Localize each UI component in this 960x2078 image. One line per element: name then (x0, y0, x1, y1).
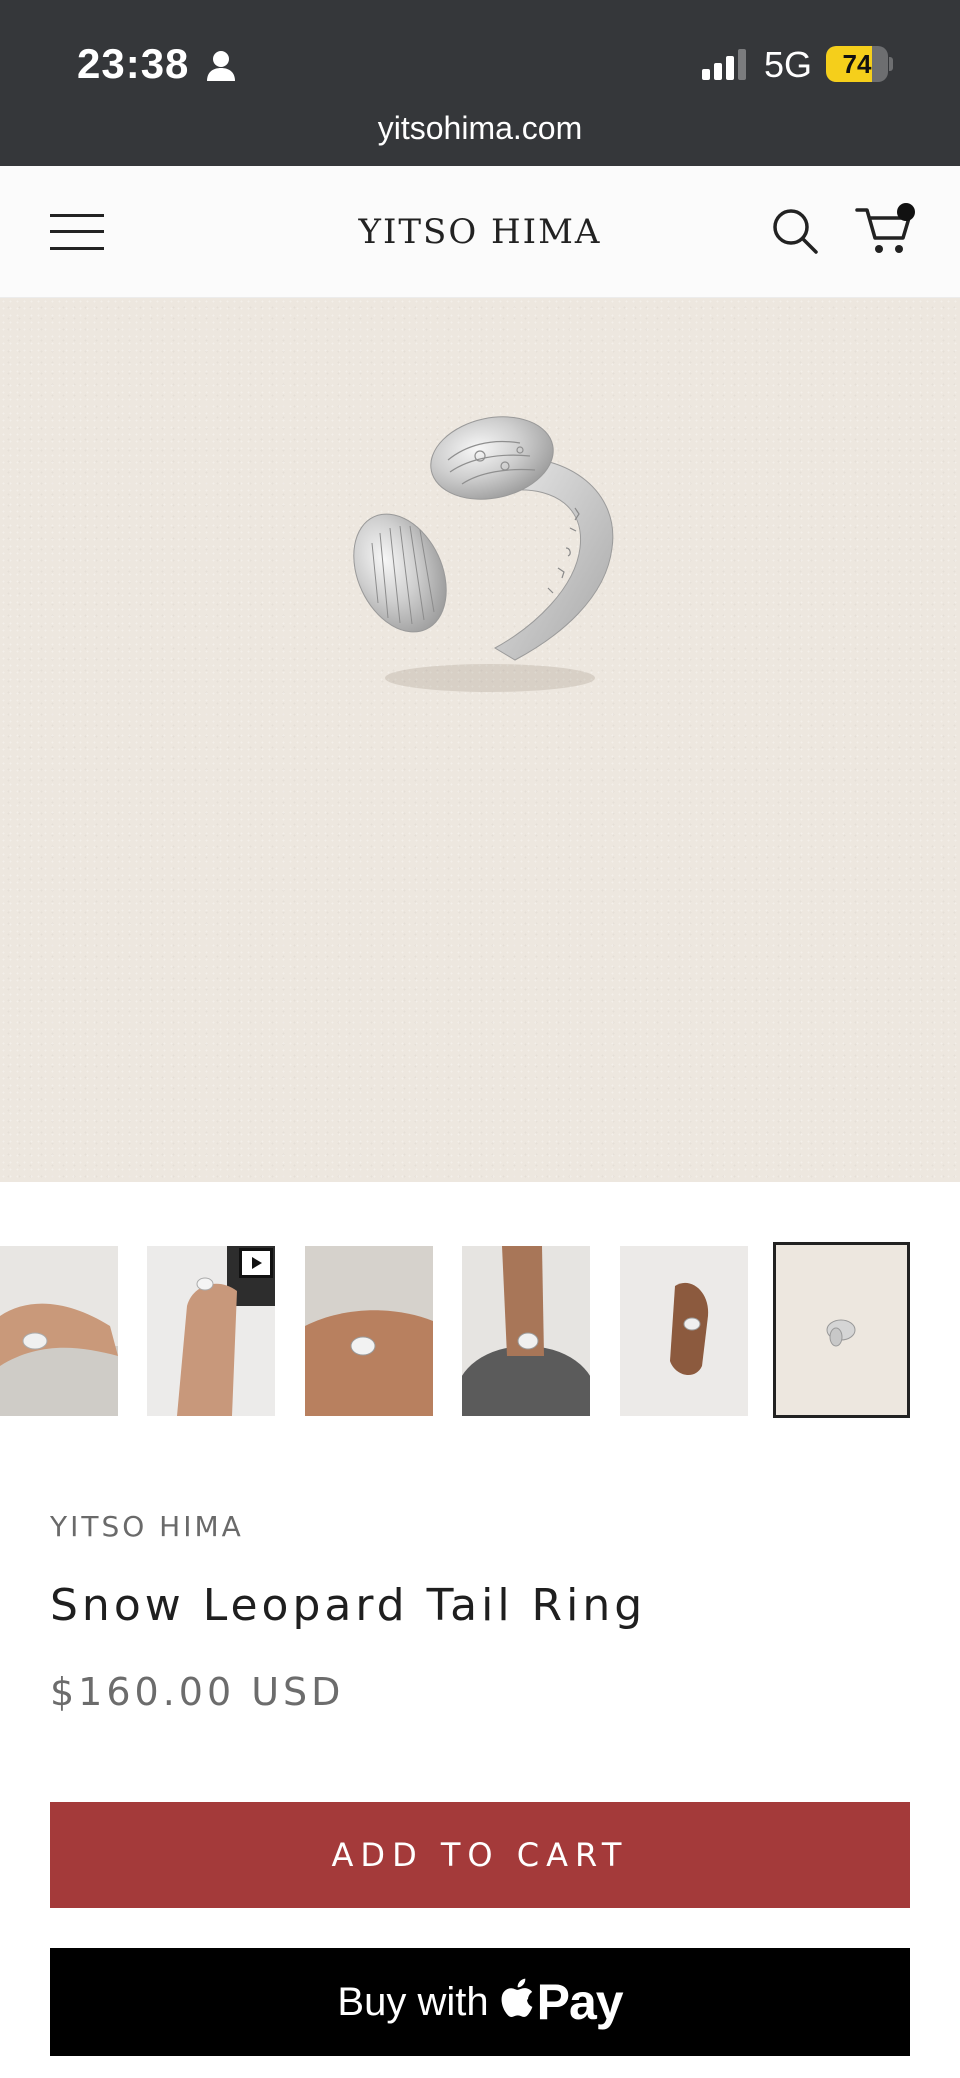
menu-icon[interactable] (50, 212, 104, 252)
battery-icon: 74 (826, 46, 893, 82)
video-play-icon (239, 1248, 273, 1278)
buy-with-label: Buy with (337, 1979, 489, 2024)
silver-ring-image (353, 416, 614, 692)
status-time: 23:38 (77, 40, 190, 87)
thumbnail-3[interactable] (305, 1246, 433, 1416)
product-price: $160.00 USD (50, 1670, 345, 1714)
thumbnail-5[interactable] (620, 1246, 748, 1416)
search-icon[interactable] (770, 206, 820, 256)
thumbnail-1[interactable] (0, 1246, 118, 1416)
battery-level: 74 (842, 49, 872, 79)
product-vendor[interactable]: YITSO HIMA (50, 1510, 244, 1543)
apple-logo-icon (501, 1978, 532, 2018)
thumbnail-4[interactable] (462, 1246, 590, 1416)
product-main-image[interactable] (0, 298, 960, 1182)
thumbnail-6-selected[interactable] (773, 1242, 910, 1418)
status-bar: 23:38 5G 74 yitsohima.com (0, 0, 960, 166)
thumbnail-strip[interactable] (0, 1242, 960, 1420)
address-bar-url[interactable]: yitsohima.com (0, 110, 960, 147)
product-title: Snow Leopard Tail Ring (50, 1580, 647, 1631)
cart-count-dot (897, 203, 915, 221)
pay-label: Pay (536, 1974, 624, 2030)
apple-pay-button[interactable]: Buy with Pay (50, 1948, 910, 2056)
add-to-cart-button[interactable]: ADD TO CART (50, 1802, 910, 1908)
network-type: 5G (764, 44, 813, 85)
person-icon (207, 51, 235, 81)
site-header: YITSO HIMA (0, 166, 960, 298)
thumbnail-2-video[interactable] (147, 1246, 275, 1416)
cart-icon[interactable] (855, 202, 917, 258)
cellular-signal-icon (702, 49, 746, 80)
